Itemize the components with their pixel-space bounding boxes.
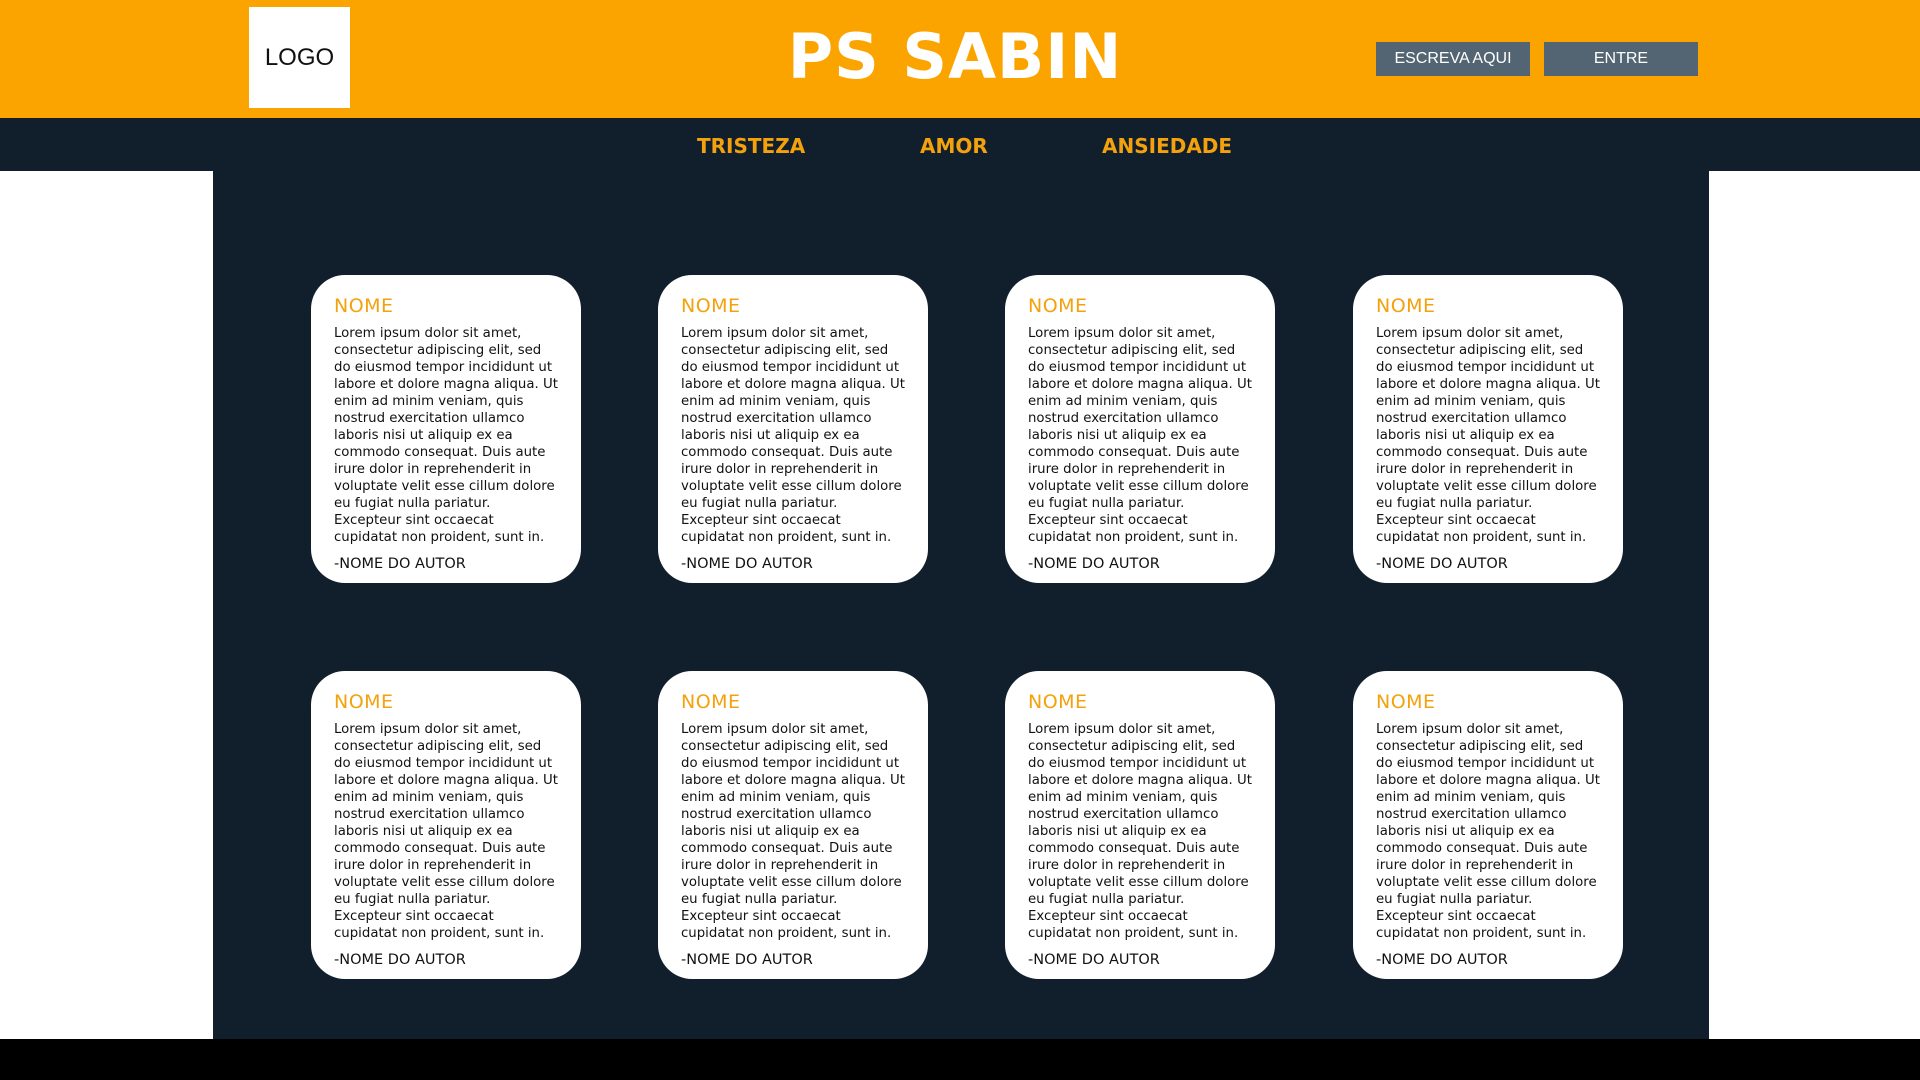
post-title: NOME <box>334 691 394 713</box>
post-author: -NOME DO AUTOR <box>1376 952 1508 968</box>
post-author: -NOME DO AUTOR <box>1028 556 1160 572</box>
post-title: NOME <box>1376 295 1436 317</box>
post-text: Lorem ipsum dolor sit amet, consectetur … <box>681 326 905 545</box>
nav-item-amor[interactable]: AMOR <box>920 134 988 158</box>
post-text: Lorem ipsum dolor sit amet, consectetur … <box>1028 326 1252 545</box>
post-card[interactable]: NOME Lorem ipsum dolor sit amet, consect… <box>311 671 581 979</box>
post-text: Lorem ipsum dolor sit amet, consectetur … <box>1028 722 1252 941</box>
posts-area: NOME Lorem ipsum dolor sit amet, consect… <box>213 171 1709 1039</box>
post-author: -NOME DO AUTOR <box>1028 952 1160 968</box>
post-card[interactable]: NOME Lorem ipsum dolor sit amet, consect… <box>1353 275 1623 583</box>
post-text: Lorem ipsum dolor sit amet, consectetur … <box>334 722 558 941</box>
post-title: NOME <box>681 691 741 713</box>
post-card[interactable]: NOME Lorem ipsum dolor sit amet, consect… <box>311 275 581 583</box>
post-text: Lorem ipsum dolor sit amet, consectetur … <box>1376 326 1600 545</box>
post-author: -NOME DO AUTOR <box>1376 556 1508 572</box>
post-author: -NOME DO AUTOR <box>681 952 813 968</box>
site-title: PS SABIN <box>787 20 1123 93</box>
post-text: Lorem ipsum dolor sit amet, consectetur … <box>681 722 905 941</box>
post-title: NOME <box>681 295 741 317</box>
post-card[interactable]: NOME Lorem ipsum dolor sit amet, consect… <box>658 671 928 979</box>
post-title: NOME <box>1376 691 1436 713</box>
post-author: -NOME DO AUTOR <box>334 556 466 572</box>
post-author: -NOME DO AUTOR <box>681 556 813 572</box>
nav-item-tristeza[interactable]: TRISTEZA <box>697 134 805 158</box>
post-title: NOME <box>1028 295 1088 317</box>
post-title: NOME <box>1028 691 1088 713</box>
site-header: LOGO PS SABIN ESCREVA AQUI ENTRE <box>0 0 1920 118</box>
login-button[interactable]: ENTRE <box>1544 42 1698 76</box>
post-card[interactable]: NOME Lorem ipsum dolor sit amet, consect… <box>1353 671 1623 979</box>
post-card[interactable]: NOME Lorem ipsum dolor sit amet, consect… <box>658 275 928 583</box>
post-title: NOME <box>334 295 394 317</box>
post-card[interactable]: NOME Lorem ipsum dolor sit amet, consect… <box>1005 275 1275 583</box>
write-here-button[interactable]: ESCREVA AQUI <box>1376 42 1530 76</box>
post-author: -NOME DO AUTOR <box>334 952 466 968</box>
footer-bar <box>0 1039 1920 1080</box>
post-card[interactable]: NOME Lorem ipsum dolor sit amet, consect… <box>1005 671 1275 979</box>
nav-item-ansiedade[interactable]: ANSIEDADE <box>1102 134 1232 158</box>
category-nav: TRISTEZA AMOR ANSIEDADE <box>0 118 1920 171</box>
logo[interactable]: LOGO <box>249 7 350 108</box>
post-text: Lorem ipsum dolor sit amet, consectetur … <box>334 326 558 545</box>
post-text: Lorem ipsum dolor sit amet, consectetur … <box>1376 722 1600 941</box>
